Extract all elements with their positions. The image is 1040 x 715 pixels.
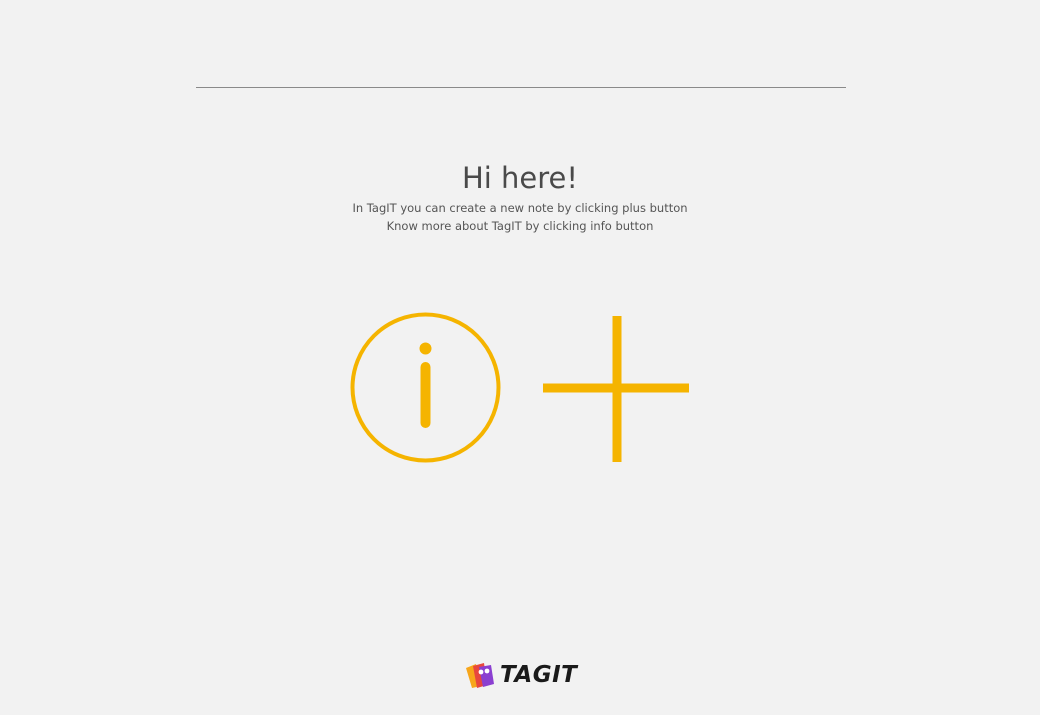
welcome-title: Hi here! xyxy=(461,161,579,195)
plus-icon xyxy=(543,316,691,464)
welcome-info-hint: Know more about TagIT by clicking info b… xyxy=(386,219,654,233)
add-note-button[interactable] xyxy=(543,316,691,464)
brand-name: TAGIT xyxy=(500,662,578,688)
header-divider xyxy=(196,87,846,88)
info-button[interactable] xyxy=(349,311,502,464)
brand: TAGIT xyxy=(464,660,577,690)
welcome-message: Hi here! In TagIT you can create a new n… xyxy=(0,158,1040,235)
welcome-create-hint: In TagIT you can create a new note by cl… xyxy=(352,201,688,215)
tag-logo-icon xyxy=(464,660,496,690)
info-circle-icon xyxy=(349,311,502,464)
